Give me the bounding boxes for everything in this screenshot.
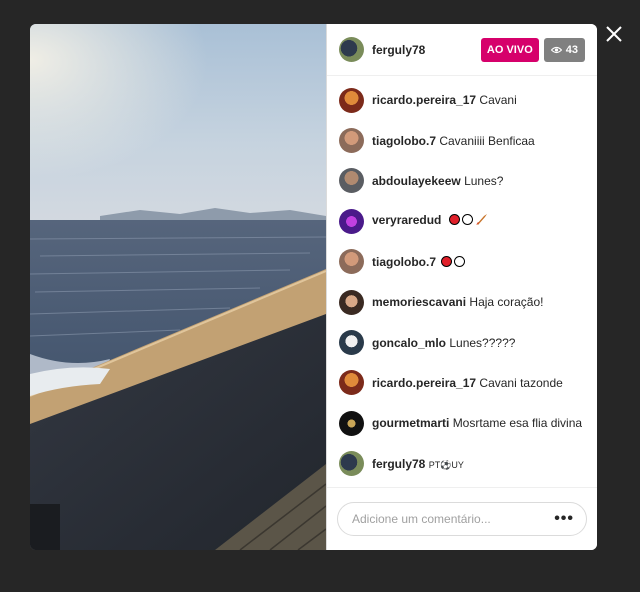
comment-text: Lunes? <box>464 173 504 188</box>
avatar[interactable] <box>339 37 364 62</box>
live-video[interactable] <box>30 24 326 550</box>
comment-username[interactable]: tiagolobo.7 <box>372 255 436 269</box>
comment-text: Cavaniiii Benficaa <box>439 133 535 148</box>
comment-username[interactable]: veryraredud <box>372 213 441 227</box>
comment-item: goncalo_mlo Lunes????? <box>327 322 597 362</box>
comment-input-box[interactable]: ••• <box>337 502 587 536</box>
comment-username[interactable]: ferguly78 <box>372 457 425 471</box>
eye-icon <box>550 46 562 53</box>
red-circle-emoji <box>441 255 453 267</box>
close-button[interactable] <box>600 20 628 48</box>
avatar[interactable] <box>339 128 364 154</box>
comment-username[interactable]: goncalo_mlo <box>372 336 446 350</box>
avatar[interactable] <box>339 208 364 234</box>
video-frame <box>30 24 326 550</box>
comment-username[interactable]: memoriescavani <box>372 295 466 309</box>
comment-input[interactable] <box>350 511 555 527</box>
comment-item: ricardo.pereira_17 Cavani tazonde <box>327 363 597 403</box>
viewer-count-badge[interactable]: 43 <box>543 37 585 62</box>
close-icon <box>606 26 622 42</box>
comment-text: Haja coração! <box>469 295 544 310</box>
comment-footer: ••• <box>327 487 597 550</box>
broadcaster-username[interactable]: ferguly78 <box>372 43 481 57</box>
comment-item: veryraredud <box>327 201 597 241</box>
comment-text: Mosrtame esa flia divina <box>452 416 583 431</box>
avatar[interactable] <box>339 87 364 113</box>
comment-item: ferguly78 PT⚽UY <box>327 444 597 484</box>
comment-text: Lunes????? <box>449 335 516 350</box>
red-circle-emoji <box>448 214 460 226</box>
comment-username[interactable]: ricardo.pereira_17 <box>372 376 476 390</box>
comment-item: gourmetmarti Mosrtame esa flia divina <box>327 403 597 443</box>
comment-username[interactable]: ricardo.pereira_17 <box>372 93 476 107</box>
live-badge: AO VIVO <box>480 37 539 62</box>
comment-text: PT⚽UY <box>428 459 464 470</box>
avatar[interactable] <box>339 289 364 315</box>
comment-username[interactable]: abdoulayekeew <box>372 174 461 188</box>
more-options-icon[interactable]: ••• <box>554 510 574 528</box>
avatar[interactable] <box>339 168 364 194</box>
viewer-count: 43 <box>565 43 578 56</box>
white-circle-emoji <box>454 255 466 267</box>
live-modal: ferguly78 AO VIVO 43 ricardo.pereira_17 … <box>30 24 597 550</box>
comment-username[interactable]: gourmetmarti <box>372 416 449 430</box>
comment-item: tiagolobo.7 Cavaniiii Benficaa <box>327 120 597 160</box>
comments-panel: ferguly78 AO VIVO 43 ricardo.pereira_17 … <box>326 24 597 550</box>
avatar[interactable] <box>339 410 364 436</box>
avatar[interactable] <box>339 370 364 396</box>
comment-username[interactable]: tiagolobo.7 <box>372 134 436 148</box>
white-circle-emoji <box>461 214 473 226</box>
comment-item: abdoulayekeew Lunes? <box>327 161 597 201</box>
comment-text: Cavani <box>479 93 517 108</box>
avatar[interactable] <box>339 451 364 477</box>
comment-item: ricardo.pereira_17 Cavani <box>327 80 597 120</box>
comment-text: Cavani tazonde <box>479 375 563 390</box>
comments-list: ricardo.pereira_17 Cavani tiagolobo.7 Ca… <box>327 76 597 487</box>
rocket-emoji <box>475 213 488 229</box>
live-header: ferguly78 AO VIVO 43 <box>327 24 597 76</box>
avatar[interactable] <box>339 249 364 275</box>
comment-item: memoriescavani Haja coração! <box>327 282 597 322</box>
comment-item: tiagolobo.7 <box>327 242 597 282</box>
avatar[interactable] <box>339 330 364 356</box>
